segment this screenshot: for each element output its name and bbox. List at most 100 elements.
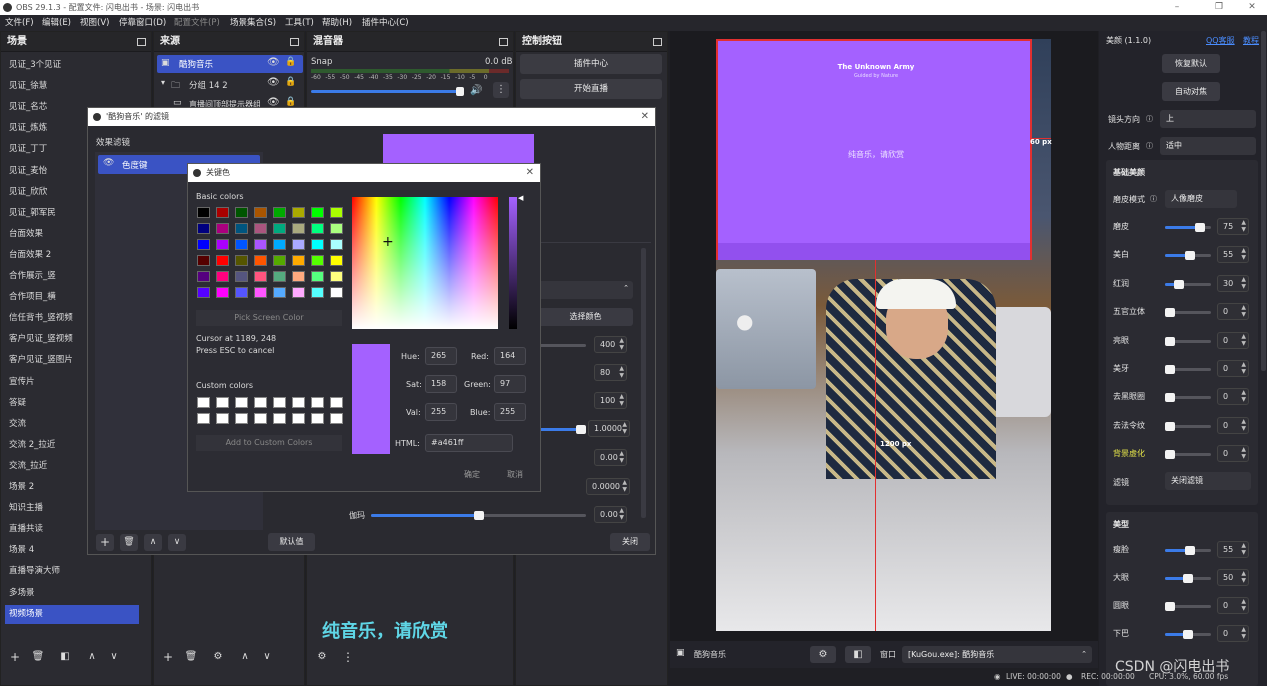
close-icon[interactable]: ✕: [1237, 0, 1267, 15]
undock-icon[interactable]: [137, 38, 146, 46]
color-swatch[interactable]: [311, 239, 324, 250]
lens-direction-select[interactable]: 上: [1160, 110, 1256, 128]
color-swatch[interactable]: [197, 239, 210, 250]
spin-arrows-icon[interactable]: ▲ ▼: [619, 393, 624, 407]
color-swatch[interactable]: [273, 271, 286, 282]
color-swatch[interactable]: [292, 239, 305, 250]
beauty-slider[interactable]: [1165, 630, 1211, 639]
filter-down-button[interactable]: ∨: [168, 534, 186, 551]
music-player-overlay[interactable]: The Unknown Army Guided by Nature 纯音乐，请欣…: [716, 39, 1032, 260]
menu-profile[interactable]: 配置文件(P): [174, 15, 220, 31]
red-field[interactable]: 164: [494, 347, 526, 365]
slider-knob[interactable]: [1183, 630, 1193, 639]
opacity-slider[interactable]: [538, 425, 586, 434]
filters-icon[interactable]: ◧: [845, 646, 871, 663]
remove-source-button[interactable]: 🗑: [182, 649, 200, 666]
menu-help[interactable]: 帮助(H): [322, 15, 352, 31]
spin-arrows-icon[interactable]: ▲ ▼: [1241, 247, 1246, 261]
add-filter-button[interactable]: +: [96, 534, 114, 551]
beauty-slider[interactable]: [1165, 421, 1211, 431]
filter-select[interactable]: 关闭滤镜: [1165, 472, 1251, 490]
beauty-spin[interactable]: 0 ▲ ▼: [1217, 331, 1249, 349]
source-item[interactable]: ▾ 🗀 分组 14 2 👁 🔒: [157, 75, 303, 93]
color-swatch[interactable]: [216, 271, 229, 282]
color-swatch[interactable]: [197, 287, 210, 298]
beauty-slider[interactable]: [1165, 223, 1211, 232]
source-properties-button[interactable]: ⚙: [209, 649, 227, 666]
distance-select[interactable]: 适中: [1160, 137, 1256, 155]
slider-knob[interactable]: [1183, 574, 1193, 583]
spin-arrows-icon[interactable]: ▲ ▼: [619, 337, 624, 351]
ok-button[interactable]: 确定: [453, 466, 491, 484]
slider-knob[interactable]: [1165, 421, 1175, 431]
spill-spin[interactable]: 100 ▲ ▼: [594, 392, 627, 409]
custom-color-swatch[interactable]: [311, 413, 324, 424]
move-down-button[interactable]: ∨: [105, 649, 123, 666]
add-scene-button[interactable]: +: [6, 649, 24, 666]
beauty-slider[interactable]: [1165, 450, 1211, 460]
color-swatch[interactable]: [197, 223, 210, 234]
color-swatch[interactable]: [273, 207, 286, 218]
color-swatch[interactable]: [235, 287, 248, 298]
menu-plugin-center[interactable]: 插件中心(C): [362, 15, 409, 31]
lock-icon[interactable]: 🔒: [285, 97, 296, 107]
menu-view[interactable]: 视图(V): [80, 15, 109, 31]
custom-color-swatch[interactable]: [216, 413, 229, 424]
contrast-spin[interactable]: 0.00 ▲ ▼: [594, 449, 627, 466]
beauty-slider[interactable]: [1165, 365, 1211, 374]
custom-color-swatch[interactable]: [330, 397, 343, 408]
spin-arrows-icon[interactable]: ▲ ▼: [619, 507, 624, 521]
close-button[interactable]: 关闭: [610, 533, 650, 551]
html-field[interactable]: #a461ff: [425, 434, 513, 452]
spin-arrows-icon[interactable]: ▲ ▼: [622, 421, 627, 435]
color-swatch[interactable]: [330, 223, 343, 234]
beauty-slider[interactable]: [1165, 602, 1211, 611]
color-swatch[interactable]: [216, 287, 229, 298]
slider-knob[interactable]: [1165, 336, 1175, 346]
scene-item[interactable]: 视频场景: [5, 604, 139, 624]
skin-mode-select[interactable]: 人像磨皮: [1165, 190, 1237, 208]
close-icon[interactable]: ✕: [641, 108, 649, 126]
expand-icon[interactable]: ▾: [161, 78, 165, 87]
color-swatch[interactable]: [330, 255, 343, 266]
slider-knob[interactable]: [1173, 279, 1184, 289]
spin-arrows-icon[interactable]: ▲ ▼: [1241, 542, 1246, 556]
scene-item[interactable]: 见证_3个见证: [5, 56, 139, 75]
defaults-button[interactable]: 默认值: [268, 533, 315, 551]
beauty-slider[interactable]: [1165, 546, 1211, 555]
scene-item[interactable]: 见证_徐慧: [5, 77, 139, 96]
slider-knob[interactable]: [1185, 251, 1196, 261]
speaker-icon[interactable]: 🔊: [470, 85, 482, 96]
mixer-settings-icon[interactable]: ⚙: [313, 649, 331, 666]
custom-color-swatch[interactable]: [254, 397, 267, 408]
spin-arrows-icon[interactable]: ▲ ▼: [1241, 418, 1246, 432]
brightness-spin[interactable]: 0.0000 ▲ ▼: [586, 478, 630, 495]
color-swatch[interactable]: [216, 207, 229, 218]
cancel-button[interactable]: 取消: [496, 466, 534, 484]
plugin-center-button[interactable]: 插件中心: [520, 54, 662, 74]
properties-icon[interactable]: ⚙: [810, 646, 836, 663]
spin-arrows-icon[interactable]: ▲ ▼: [1241, 389, 1246, 403]
custom-color-swatch[interactable]: [311, 397, 324, 408]
slider-knob[interactable]: [1165, 308, 1175, 318]
custom-color-swatch[interactable]: [197, 413, 210, 424]
color-swatch[interactable]: [311, 223, 324, 234]
add-custom-colors-button[interactable]: Add to Custom Colors: [196, 435, 342, 451]
color-swatch[interactable]: [292, 223, 305, 234]
color-swatch[interactable]: [273, 255, 286, 266]
spin-arrows-icon[interactable]: ▲ ▼: [619, 450, 624, 464]
slider-knob[interactable]: [1194, 223, 1205, 232]
custom-color-swatch[interactable]: [235, 397, 248, 408]
mixer-menu-icon[interactable]: ⋮: [493, 82, 509, 98]
slider-knob[interactable]: [1165, 393, 1175, 403]
menu-docks[interactable]: 停靠窗口(D): [119, 15, 166, 31]
slider-knob[interactable]: [576, 425, 586, 434]
color-swatch[interactable]: [216, 223, 229, 234]
filter-up-button[interactable]: ∧: [144, 534, 162, 551]
eye-icon[interactable]: 👁: [267, 77, 280, 88]
remove-scene-button[interactable]: 🗑: [29, 649, 47, 666]
color-swatch[interactable]: [330, 207, 343, 218]
tutorial-link[interactable]: 教程: [1243, 35, 1259, 46]
beauty-spin[interactable]: 0 ▲ ▼: [1217, 388, 1249, 406]
beauty-slider[interactable]: [1165, 308, 1211, 318]
